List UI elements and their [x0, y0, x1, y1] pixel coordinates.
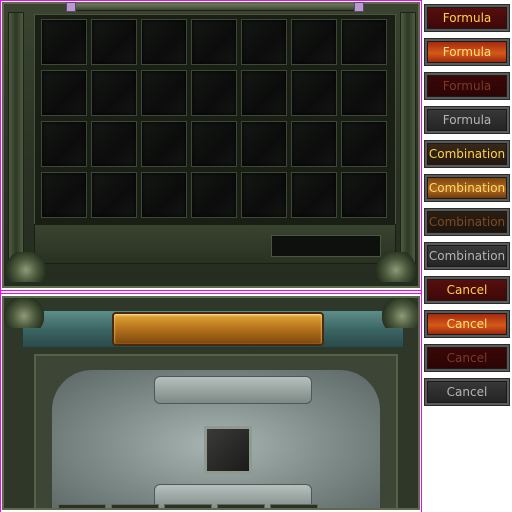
inventory-slot[interactable] — [241, 121, 287, 167]
button-label: Cancel — [446, 283, 488, 297]
inventory-slot[interactable] — [291, 121, 337, 167]
gold-amount-field — [271, 235, 381, 257]
inventory-slot[interactable] — [241, 172, 287, 218]
material-slot[interactable] — [217, 504, 265, 508]
inventory-slot[interactable] — [91, 121, 137, 167]
button-label: Combination — [428, 147, 506, 161]
inventory-slot[interactable] — [141, 70, 187, 116]
inventory-slot[interactable] — [291, 19, 337, 65]
inventory-slot[interactable] — [241, 19, 287, 65]
material-slot[interactable] — [58, 504, 106, 508]
material-slot[interactable] — [270, 504, 318, 508]
inventory-slot[interactable] — [241, 70, 287, 116]
button-label: Formula — [442, 113, 492, 127]
button-label: Cancel — [446, 317, 488, 331]
formula-button-disabled[interactable]: Formula — [424, 106, 510, 134]
formula-button-pressed[interactable]: Formula — [424, 72, 510, 100]
combination-button-pressed[interactable]: Combination — [424, 208, 510, 236]
inventory-slot[interactable] — [191, 121, 237, 167]
inventory-panel — [2, 2, 420, 288]
inventory-left-rail — [8, 12, 24, 270]
combination-button-disabled[interactable]: Combination — [424, 242, 510, 270]
sprite-guide-right — [421, 0, 422, 512]
result-item-slot[interactable] — [204, 426, 252, 474]
button-label: Combination — [428, 249, 506, 263]
corner-ornament-icon — [6, 252, 46, 282]
button-label: Formula — [442, 45, 492, 59]
inventory-slot[interactable] — [191, 70, 237, 116]
corner-ornament-icon — [4, 298, 44, 328]
inventory-slot[interactable] — [341, 121, 387, 167]
inventory-slot[interactable] — [41, 172, 87, 218]
inventory-slot[interactable] — [141, 172, 187, 218]
material-slot[interactable] — [164, 504, 212, 508]
inventory-slot[interactable] — [91, 19, 137, 65]
inventory-slot[interactable] — [41, 121, 87, 167]
inventory-slot[interactable] — [291, 172, 337, 218]
title-plate — [112, 312, 324, 346]
inventory-slot[interactable] — [41, 70, 87, 116]
inventory-slot[interactable] — [341, 172, 387, 218]
corner-ornament-icon — [382, 298, 418, 328]
inventory-slot[interactable] — [41, 19, 87, 65]
sprite-guide-mid — [0, 290, 422, 291]
button-label: Cancel — [446, 385, 488, 399]
inventory-slot[interactable] — [91, 172, 137, 218]
button-label: Cancel — [446, 351, 488, 365]
inventory-slot[interactable] — [141, 19, 187, 65]
inventory-right-rail — [400, 12, 416, 270]
combination-button-normal[interactable]: Combination — [424, 140, 510, 168]
cancel-button-hover[interactable]: Cancel — [424, 310, 510, 338]
button-label: Formula — [442, 79, 492, 93]
inventory-slot[interactable] — [141, 121, 187, 167]
button-label: Formula — [442, 11, 492, 25]
formula-button-normal[interactable]: Formula — [424, 4, 510, 32]
combination-panel — [2, 296, 420, 510]
inventory-slot[interactable] — [341, 19, 387, 65]
inventory-top-bar — [66, 2, 364, 12]
cancel-button-pressed[interactable]: Cancel — [424, 344, 510, 372]
inventory-slot[interactable] — [191, 19, 237, 65]
cancel-button-normal[interactable]: Cancel — [424, 276, 510, 304]
inventory-slot[interactable] — [291, 70, 337, 116]
material-slot[interactable] — [111, 504, 159, 508]
inventory-bottom-bar — [34, 224, 396, 264]
sprite-guide-top — [0, 0, 422, 1]
inventory-slot-grid — [34, 14, 396, 226]
formula-name-bar — [154, 376, 312, 404]
cancel-button-disabled[interactable]: Cancel — [424, 378, 510, 406]
sprite-guide-mid2 — [0, 293, 422, 294]
button-label: Combination — [428, 215, 506, 229]
combination-background — [52, 370, 380, 508]
formula-button-hover[interactable]: Formula — [424, 38, 510, 66]
inventory-slot[interactable] — [341, 70, 387, 116]
button-label: Combination — [428, 181, 506, 195]
inventory-slot[interactable] — [91, 70, 137, 116]
combination-body — [34, 354, 398, 508]
sprite-guide-left — [0, 0, 1, 512]
corner-ornament-icon — [376, 252, 416, 282]
inventory-slot[interactable] — [191, 172, 237, 218]
combination-button-hover[interactable]: Combination — [424, 174, 510, 202]
